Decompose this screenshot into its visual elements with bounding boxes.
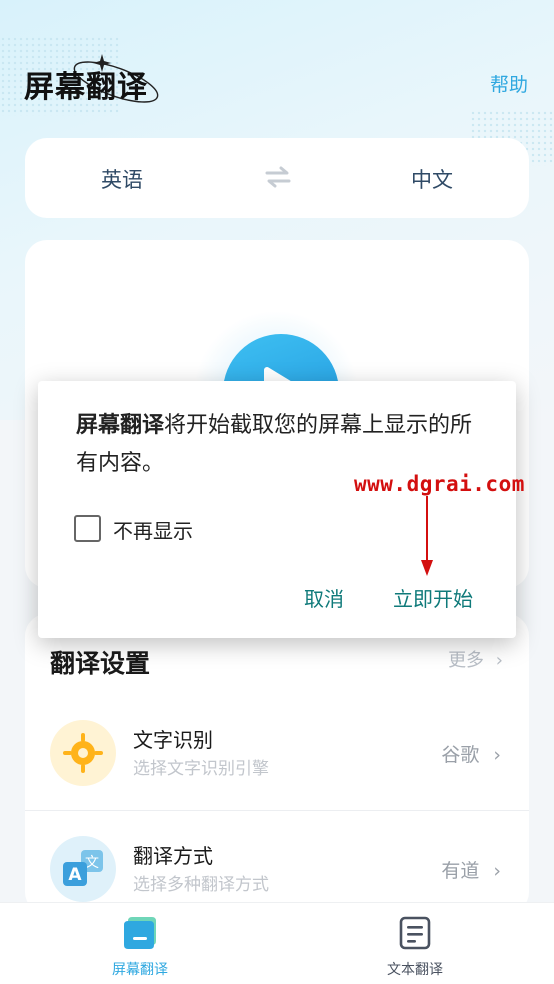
chevron-right-icon: › <box>493 744 501 766</box>
more-link[interactable]: 更多 › <box>448 646 503 672</box>
row-title: 文字识别 <box>133 728 213 752</box>
row-value: 有道 › <box>441 856 501 883</box>
chevron-right-icon: › <box>493 860 501 882</box>
row-value: 谷歌 › <box>441 740 501 767</box>
svg-text:文: 文 <box>85 855 99 871</box>
nav-tab-screen-translate[interactable]: 屏幕翻译 <box>70 915 210 979</box>
start-now-button[interactable]: 立即开始 <box>393 583 473 612</box>
dont-show-again-checkbox[interactable] <box>74 515 101 542</box>
divider <box>25 810 529 811</box>
watermark: www.dgrai.com <box>354 472 525 496</box>
translate-engine-value: 有道 <box>441 860 480 882</box>
translate-icon: 文 A <box>50 836 116 902</box>
bottom-navigation: 屏幕翻译 文本翻译 <box>0 902 554 984</box>
nav-tab-text-translate[interactable]: 文本翻译 <box>345 915 485 979</box>
settings-title: 翻译设置 <box>50 649 151 678</box>
chevron-right-icon: › <box>495 650 503 671</box>
translation-settings: 翻译设置 更多 › 文字识别 选择文字识别引擎 谷歌 › 文 A 翻译方式 选择… <box>25 614 529 914</box>
text-translate-icon <box>399 916 431 950</box>
row-subtitle: 选择多种翻译方式 <box>133 875 269 895</box>
target-language-button[interactable]: 中文 <box>411 164 453 194</box>
row-subtitle: 选择文字识别引擎 <box>133 759 269 779</box>
nav-label: 文本翻译 <box>387 962 443 978</box>
ocr-target-icon <box>50 720 116 786</box>
nav-label: 屏幕翻译 <box>112 962 168 978</box>
svg-text:A: A <box>68 865 82 885</box>
red-arrow-annotation <box>421 496 433 576</box>
page-title: 屏幕翻译 <box>24 70 148 105</box>
source-language-button[interactable]: 英语 <box>101 164 143 194</box>
dialog-app-name: 屏幕翻译 <box>76 413 165 438</box>
row-title: 翻译方式 <box>133 844 213 868</box>
more-label: 更多 <box>448 650 485 671</box>
ocr-engine-value: 谷歌 <box>441 744 480 766</box>
cancel-button[interactable]: 取消 <box>304 583 344 612</box>
screen-translate-icon <box>124 917 156 949</box>
help-link[interactable]: 帮助 <box>490 70 528 97</box>
settings-row-ocr[interactable]: 文字识别 选择文字识别引擎 谷歌 › <box>25 700 529 810</box>
dont-show-again-label[interactable]: 不再显示 <box>113 515 193 544</box>
swap-icon[interactable] <box>265 165 291 189</box>
language-selector: 英语 中文 <box>25 138 529 218</box>
screen-capture-permission-dialog: 屏幕翻译将开始截取您的屏幕上显示的所有内容。 不再显示 取消 立即开始 <box>38 381 516 638</box>
